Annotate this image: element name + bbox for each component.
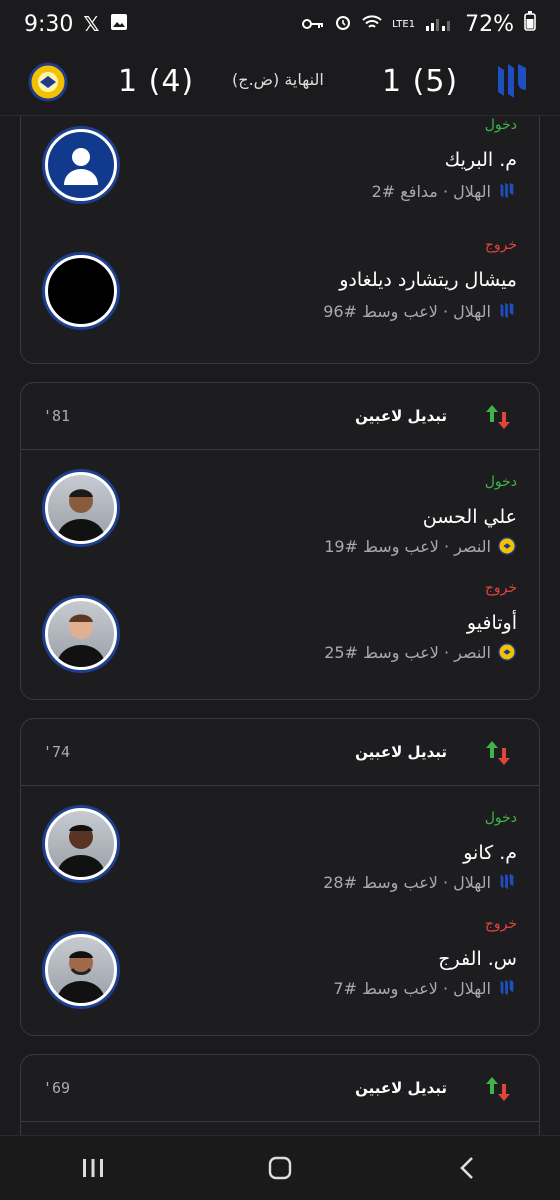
events-list[interactable]: دخول م. البريك الهلال · مدافع #2 خروج مي… — [0, 116, 560, 1136]
home-icon[interactable] — [260, 1148, 300, 1188]
back-icon[interactable] — [447, 1148, 487, 1188]
player-out[interactable]: خروج أوتافيو النصر · لاعب وسط #25 — [21, 576, 539, 702]
alhilal-mini-logo — [497, 301, 517, 321]
recent-apps-icon[interactable] — [73, 1148, 113, 1188]
alnassr-mini-logo — [497, 642, 517, 662]
substitution-icon — [485, 739, 511, 767]
sub-in-tag: دخول — [484, 810, 517, 826]
x-app-icon: 𝕏 — [83, 12, 100, 36]
alnassr-mini-logo — [497, 536, 517, 556]
player-in[interactable]: دخول علي الحسن النصر · لاعب وسط #19 — [21, 450, 539, 576]
alhilal-mini-logo — [497, 181, 517, 201]
status-time: 9:30 — [24, 11, 74, 37]
event-title: تبديل لاعبين — [355, 407, 447, 425]
card-header: '81 تبديل لاعبين — [21, 383, 539, 450]
signal-icon — [425, 12, 455, 37]
sub-out-tag: خروج — [484, 916, 517, 932]
player-info-text: النصر · لاعب وسط #25 — [324, 642, 491, 662]
alhilal-logo[interactable] — [490, 60, 534, 104]
system-nav-bar — [0, 1135, 560, 1200]
event-title: تبديل لاعبين — [355, 743, 447, 761]
away-score: 1 (4) — [118, 64, 195, 99]
network-label: LTE1 — [392, 18, 416, 30]
player-out[interactable]: خروج س. الفرج الهلال · لاعب وسط #7 — [21, 912, 539, 1038]
player-info: النصر · لاعب وسط #19 — [324, 536, 517, 556]
event-minute: '81 — [43, 407, 71, 425]
player-name: ميشال ريتشارد ديلغادو — [339, 269, 517, 291]
player-info: الهلال · لاعب وسط #96 — [323, 301, 517, 321]
player-photo — [45, 255, 117, 327]
alhilal-mini-logo — [497, 872, 517, 892]
card-header: '74 تبديل لاعبين — [21, 719, 539, 786]
player-photo — [45, 472, 117, 544]
player-photo — [45, 934, 117, 1006]
player-info: الهلال · لاعب وسط #7 — [333, 978, 517, 998]
event-minute: '69 — [43, 1079, 71, 1097]
player-info-text: الهلال · مدافع #2 — [371, 181, 491, 201]
player-name: م. البريك — [444, 149, 517, 171]
battery-text: 72% — [465, 11, 514, 37]
match-header[interactable]: 1 (4) النهاية (ض.ج) 1 (5) — [0, 48, 560, 116]
substitution-card: '69 تبديل لاعبين — [20, 1054, 540, 1136]
player-name: س. الفرج — [438, 948, 517, 970]
player-name: علي الحسن — [422, 506, 517, 528]
gallery-icon — [110, 12, 128, 37]
player-name: م. كانو — [463, 842, 517, 864]
player-info-text: الهلال · لاعب وسط #28 — [323, 872, 491, 892]
sub-out-tag: خروج — [484, 580, 517, 596]
sub-in-tag: دخول — [484, 474, 517, 490]
status-bar: 9:30 𝕏 LTE1 72% — [0, 0, 560, 48]
alhilal-mini-logo — [497, 978, 517, 998]
player-out[interactable]: خروج ميشال ريتشارد ديلغادو الهلال · لاعب… — [21, 233, 539, 359]
substitution-icon — [485, 403, 511, 431]
player-info: الهلال · لاعب وسط #28 — [323, 872, 517, 892]
substitution-icon — [485, 1075, 511, 1103]
substitution-card: '74 تبديل لاعبين دخول م. كانو الهلال · ل… — [20, 718, 540, 1036]
player-info: النصر · لاعب وسط #25 — [324, 642, 517, 662]
sub-out-tag: خروج — [484, 237, 517, 253]
event-title: تبديل لاعبين — [355, 1079, 447, 1097]
player-info-text: النصر · لاعب وسط #19 — [324, 536, 491, 556]
default-avatar-icon — [45, 129, 117, 201]
player-info-text: الهلال · لاعب وسط #7 — [333, 978, 491, 998]
player-info: الهلال · مدافع #2 — [372, 181, 517, 201]
substitution-card: '81 تبديل لاعبين دخول علي الحسن النصر · … — [20, 382, 540, 700]
sub-in-tag: دخول — [484, 117, 517, 133]
player-in[interactable]: دخول م. كانو الهلال · لاعب وسط #28 — [21, 786, 539, 912]
player-info-text: الهلال · لاعب وسط #96 — [323, 301, 491, 321]
player-name: أوتافيو — [466, 612, 517, 634]
key-icon — [302, 12, 324, 37]
battery-icon — [524, 11, 536, 37]
match-status: النهاية (ض.ج) — [232, 70, 324, 89]
wifi-icon — [362, 12, 382, 37]
card-header: '69 تبديل لاعبين — [21, 1055, 539, 1122]
alnassr-logo[interactable] — [26, 60, 70, 104]
alarm-icon — [334, 12, 352, 37]
player-photo — [45, 598, 117, 670]
home-score: 1 (5) — [382, 64, 459, 99]
event-minute: '74 — [43, 743, 71, 761]
player-in[interactable]: دخول م. البريك الهلال · مدافع #2 — [21, 116, 539, 233]
player-photo — [45, 808, 117, 880]
substitution-card: دخول م. البريك الهلال · مدافع #2 خروج مي… — [20, 116, 540, 364]
